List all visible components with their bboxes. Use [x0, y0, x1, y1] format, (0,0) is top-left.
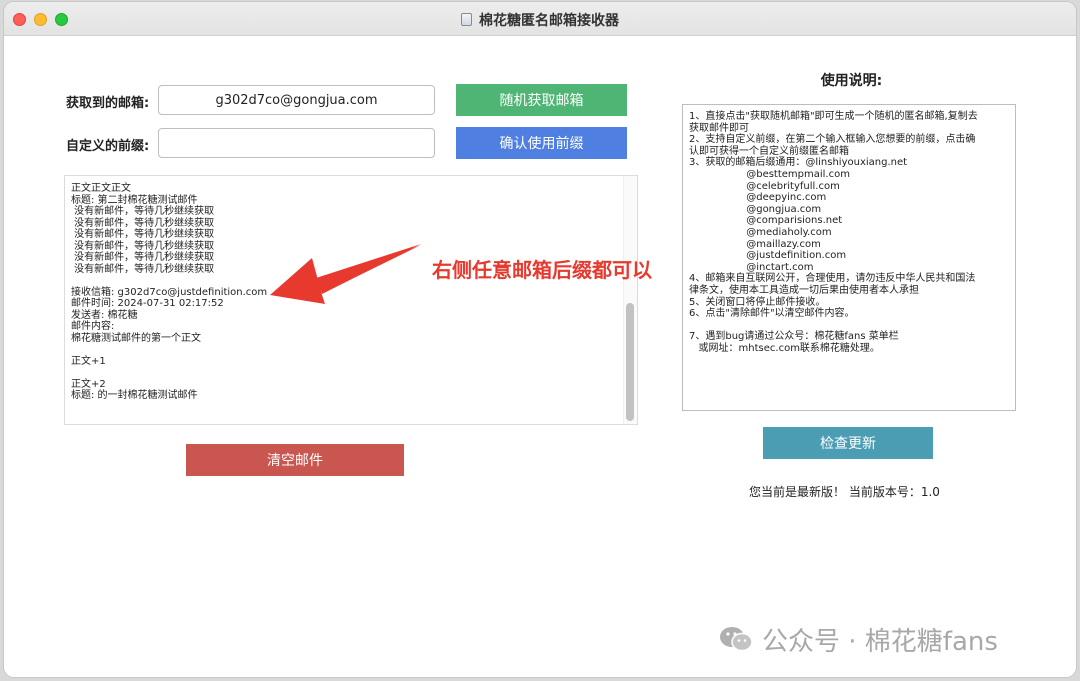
help-line: 律条文，使用本工具造成一切后果由使用者本人承担	[689, 284, 919, 296]
log-line: 邮件内容:	[71, 321, 115, 332]
help-title: 使用说明:	[820, 73, 883, 89]
wechat-icon	[718, 625, 754, 660]
random-email-button[interactable]: 随机获取邮箱	[456, 84, 627, 116]
help-line: 5、关闭窗口将停止邮件接收。	[689, 296, 826, 308]
window-title: 棉花糖匿名邮箱接收器	[479, 13, 619, 29]
log-line: 接收信箱: g302d7co@justdefinition.com	[71, 286, 268, 298]
help-line: 7、遇到bug请通过公众号：棉花糖fans 菜单栏	[689, 331, 899, 343]
log-scrollbar-thumb[interactable]	[626, 303, 634, 421]
log-line: 正文正文正文	[71, 183, 131, 194]
help-line: @gongjua.com	[689, 203, 822, 215]
version-status: 您当前是最新版！ 当前版本号：1.0	[749, 485, 940, 499]
help-line: 4、邮箱来自互联网公开，合理使用，请勿违反中华人民共和国法	[689, 273, 976, 285]
help-line: @besttempmail.com	[689, 168, 850, 180]
log-line: 没有新邮件，等待几秒继续获取	[71, 240, 215, 252]
help-line: @mediaholy.com	[689, 226, 832, 238]
help-line: @celebrityfull.com	[689, 180, 840, 192]
help-textbox[interactable]: 1、直接点击"获取随机邮箱"即可生成一个随机的匿名邮箱,复制去 获取邮件即可 2、支…	[682, 104, 1016, 411]
watermark: 公众号 · 棉花糖fans	[718, 621, 998, 660]
check-update-button[interactable]: 检查更新	[763, 427, 933, 459]
log-line: 没有新邮件，等待几秒继续获取	[71, 206, 215, 217]
email-field[interactable]	[158, 85, 435, 115]
window-title-container: 棉花糖匿名邮箱接收器	[4, 10, 1076, 30]
annotation-arrow-icon	[270, 244, 421, 304]
watermark-text: 公众号 · 棉花糖fans	[762, 627, 998, 657]
help-content: 1、直接点击"获取随机邮箱"即可生成一个随机的匿名邮箱,复制去 获取邮件即可 2、支…	[689, 111, 978, 354]
mail-log-content: 正文正文正文 标题: 第二封棉花糖测试邮件 没有新邮件，等待几秒继续获取 没有新邮…	[71, 183, 267, 402]
app-window: 棉花糖匿名邮箱接收器 获取到的邮箱: 随机获取邮箱 自定义的前缀: 确认使用前缀…	[4, 2, 1076, 677]
log-line: 邮件时间: 2024-07-31 02:17:52	[71, 298, 224, 309]
help-line	[689, 320, 978, 332]
help-line: 认即可获得一个自定义前缀匿名邮箱	[689, 145, 849, 157]
clear-mail-button[interactable]: 清空邮件	[186, 444, 404, 476]
log-line: 没有新邮件，等待几秒继续获取	[71, 229, 215, 240]
help-line: @deepyinc.com	[689, 192, 827, 204]
log-scrollbar[interactable]	[623, 176, 637, 424]
email-label: 获取到的邮箱:	[66, 96, 150, 111]
prefix-label: 自定义的前缀:	[66, 139, 150, 154]
log-line: 没有新邮件，等待几秒继续获取	[71, 252, 215, 263]
help-line: 6、点击"清除邮件"以清空邮件内容。	[689, 308, 855, 320]
help-line: 2、支持自定义前缀，在第二个输入框输入您想要的前缀，点击确	[689, 134, 976, 146]
help-line: 或网址：mhtsec.com联系棉花糖处理。	[689, 342, 880, 354]
help-line: @justdefinition.com	[689, 250, 847, 262]
log-line: 正文+2	[71, 378, 106, 390]
annotation-text: 右侧任意邮箱后缀都可以	[432, 258, 652, 282]
help-line: @inctart.com	[689, 261, 814, 273]
log-line: 棉花糖测试邮件的第一个正文	[71, 332, 201, 344]
help-line: 1、直接点击"获取随机邮箱"即可生成一个随机的匿名邮箱,复制去	[689, 111, 978, 122]
app-document-icon	[461, 13, 472, 26]
log-line: 没有新邮件，等待几秒继续获取	[71, 217, 215, 229]
log-line: 标题: 第二封棉花糖测试邮件	[71, 194, 198, 206]
log-line: 发送者: 棉花糖	[71, 309, 138, 321]
help-line: 3、获取的邮箱后缀通用：@linshiyouxiang.net	[689, 157, 908, 169]
log-line: 正文+1	[71, 355, 106, 367]
confirm-prefix-button[interactable]: 确认使用前缀	[456, 127, 627, 159]
log-line: 没有新邮件，等待几秒继续获取	[71, 263, 215, 275]
title-bar: 棉花糖匿名邮箱接收器	[4, 2, 1076, 36]
help-line: 获取邮件即可	[689, 122, 749, 134]
help-line: @comparisions.net	[689, 215, 843, 227]
log-line: 标题: 的一封棉花糖测试邮件	[71, 390, 198, 401]
prefix-field[interactable]	[158, 128, 435, 158]
help-line: @maillazy.com	[689, 238, 821, 250]
